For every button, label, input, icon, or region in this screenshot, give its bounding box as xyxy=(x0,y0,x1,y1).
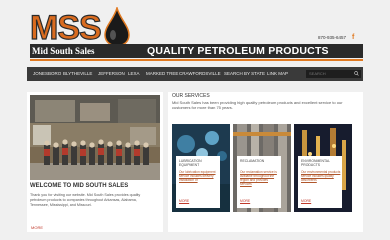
nav-item-lexa[interactable]: LEXA xyxy=(128,67,140,81)
services-intro: Mid South Sales has been providing high … xyxy=(172,100,343,110)
service-tile-reclamation[interactable]: RECLAMATION Our reclamation service is a… xyxy=(233,124,291,212)
logo-mark[interactable]: MSS xyxy=(29,10,102,45)
services-title: OUR SERVICES xyxy=(172,93,210,99)
service-more-link[interactable]: MORE xyxy=(179,199,189,203)
service-tile-environmental[interactable]: ENVIRONMENTAL PRODUCTS Our environmental… xyxy=(294,124,352,212)
nav-item-blytheville[interactable]: BLYTHEVILLE xyxy=(63,67,92,81)
nav-item-jefferson[interactable]: JEFFERSON xyxy=(98,67,125,81)
service-desc[interactable]: Our environmental products service inclu… xyxy=(301,170,341,182)
logo-banner: Mid South Sales QUALITY PETROLEUM PRODUC… xyxy=(30,44,363,58)
nav-item-jonesboro[interactable]: JONESBORO xyxy=(33,67,61,81)
nav-item-search-by-state[interactable]: SEARCH BY STATE xyxy=(224,67,265,81)
phone-number[interactable]: 870-935-6457 xyxy=(318,35,346,40)
search-input[interactable] xyxy=(306,70,361,78)
service-name: LUBRICATION EQUIPMENT xyxy=(179,159,202,167)
service-more-link[interactable]: MORE xyxy=(240,199,250,203)
welcome-title: WELCOME TO MID SOUTH SALES xyxy=(30,183,129,189)
service-name: RECLAMATION xyxy=(240,159,265,163)
tagline: QUALITY PETROLEUM PRODUCTS xyxy=(147,45,329,57)
service-tile-lubrication[interactable]: LUBRICATION EQUIPMENT Our lubrication eq… xyxy=(172,124,230,212)
oil-drop-icon xyxy=(104,7,130,47)
service-desc[interactable]: Our lubrication equipment service includ… xyxy=(179,170,219,182)
nav-item-marked-tree[interactable]: MARKED TREE xyxy=(146,67,178,81)
service-box: LUBRICATION EQUIPMENT Our lubrication eq… xyxy=(176,156,220,208)
service-name: ENVIRONMENTAL PRODUCTS xyxy=(301,159,330,167)
service-box: ENVIRONMENTAL PRODUCTS Our environmental… xyxy=(298,156,342,208)
header-divider xyxy=(30,59,363,61)
nav-item-crawfordsville[interactable]: CRAWFORDSVILLE xyxy=(179,67,221,81)
service-more-link[interactable]: MORE xyxy=(301,199,311,203)
facebook-icon[interactable]: f xyxy=(352,34,358,41)
service-box: RECLAMATION Our reclamation service is a… xyxy=(237,156,281,208)
company-name: Mid South Sales xyxy=(32,46,95,56)
welcome-more-link[interactable]: MORE xyxy=(31,225,43,230)
welcome-text: Thank you for visiting our website. Mid … xyxy=(30,193,141,207)
team-photo xyxy=(30,95,160,180)
service-desc[interactable]: Our reclamation service is available thr… xyxy=(240,170,280,186)
nav-item-link-map[interactable]: LINK MAP xyxy=(267,67,288,81)
search-icon[interactable] xyxy=(354,71,359,76)
